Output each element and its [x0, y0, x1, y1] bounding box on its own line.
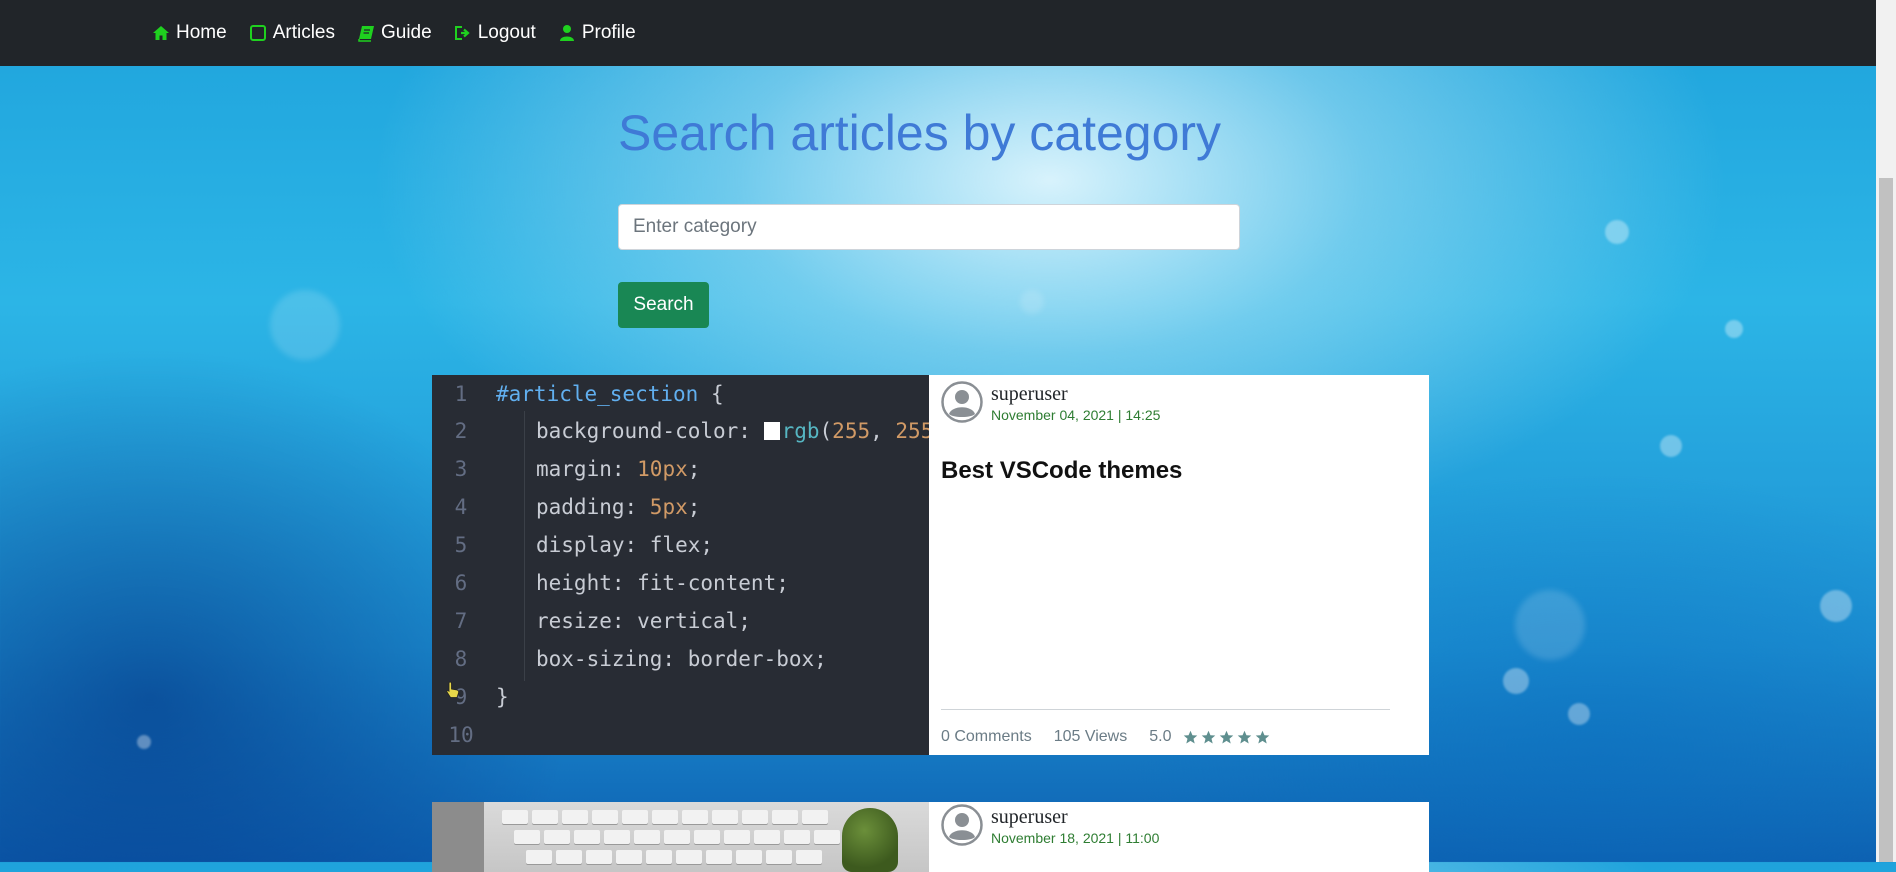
hand-cursor-icon	[446, 681, 460, 698]
nav-articles-label: Articles	[272, 22, 335, 43]
avatar-icon	[941, 381, 983, 423]
article-card[interactable]: 1 #article_section { 2 background-color:…	[432, 375, 1429, 755]
page-scrollbar[interactable]	[1876, 0, 1896, 862]
code-line: 9 }	[454, 685, 509, 709]
views-count: 105 Views	[1053, 728, 1128, 745]
logout-icon	[454, 24, 472, 42]
nav-profile-link[interactable]: Profile	[558, 22, 636, 44]
bokeh-light	[137, 735, 151, 749]
comments-count: 0 Comments	[941, 728, 1032, 745]
author-row: superuser November 18, 2021 | 11:00	[941, 804, 1159, 846]
code-line: 3 margin: 10px;	[454, 457, 701, 481]
code-line: 5 display: flex;	[454, 533, 714, 557]
star-icon	[1184, 730, 1198, 743]
post-date: November 18, 2021 | 11:00	[991, 830, 1160, 846]
code-line: 1 #article_section {	[454, 382, 724, 406]
bokeh-light	[1020, 290, 1044, 314]
author-meta: superuser November 18, 2021 | 11:00	[991, 804, 1159, 846]
nav-home-label: Home	[176, 22, 227, 43]
nav-articles-link[interactable]: Articles	[249, 22, 335, 44]
code-line: 10	[448, 723, 474, 747]
nav-profile-label: Profile	[581, 22, 636, 43]
article-thumbnail[interactable]: 1 #article_section { 2 background-color:…	[432, 375, 929, 755]
code-line: 8 box-sizing: border-box;	[454, 647, 827, 671]
color-swatch	[763, 422, 780, 440]
article-title[interactable]: Best VSCode themes	[941, 457, 1182, 485]
star-icon	[1256, 730, 1270, 743]
keyboard-keys	[502, 810, 828, 824]
star-icon	[1220, 730, 1234, 743]
nav-logout-label: Logout	[477, 22, 536, 43]
article-stats: 0 Comments 105 Views 5.0	[941, 728, 1270, 746]
code-line: 6 height: fit-content;	[454, 571, 789, 595]
star-icon	[1202, 730, 1216, 743]
nav-guide-link[interactable]: Guide	[357, 22, 432, 44]
code-line: 7 resize: vertical;	[454, 609, 751, 633]
bokeh-light	[1515, 590, 1585, 660]
article-body: superuser November 04, 2021 | 14:25 Best…	[929, 375, 1429, 755]
author-row: superuser November 04, 2021 | 14:25	[941, 381, 1160, 423]
code-line: 4 padding: 5px;	[454, 495, 701, 519]
bokeh-light	[1725, 320, 1743, 338]
page-title: Search articles by category	[618, 105, 1222, 161]
nav-menu: Home Articles Guide Logout Profile	[152, 22, 636, 44]
user-icon	[558, 24, 576, 42]
avatar-icon	[941, 804, 983, 846]
author-name[interactable]: superuser	[991, 806, 1159, 829]
bokeh-light	[1660, 435, 1682, 457]
top-navbar: Home Articles Guide Logout Profile	[0, 0, 1876, 66]
card-divider	[941, 709, 1390, 710]
category-search-input[interactable]	[618, 204, 1240, 250]
nav-home-link[interactable]: Home	[152, 22, 227, 44]
home-icon	[152, 24, 170, 42]
rating-stars	[1183, 730, 1270, 745]
post-date: November 04, 2021 | 14:25	[991, 407, 1161, 423]
bokeh-light	[1605, 220, 1629, 244]
nav-guide-label: Guide	[380, 22, 432, 43]
keyboard-keys	[514, 830, 840, 844]
code-line: 2 background-color: rgb(255, 255, 255);	[454, 419, 929, 443]
search-button[interactable]: Search	[618, 282, 709, 328]
scrollbar-thumb[interactable]	[1879, 178, 1893, 862]
articles-icon	[249, 24, 267, 42]
bokeh-light	[270, 290, 340, 360]
nav-logout-link[interactable]: Logout	[454, 22, 536, 44]
book-icon	[357, 24, 375, 42]
bokeh-light	[1568, 703, 1590, 725]
bokeh-light	[1820, 590, 1852, 622]
star-icon	[1238, 730, 1252, 743]
cactus-image-part	[842, 808, 898, 872]
bokeh-light	[1503, 668, 1529, 694]
rating-value: 5.0	[1149, 728, 1172, 745]
author-meta: superuser November 04, 2021 | 14:25	[991, 381, 1160, 423]
author-name[interactable]: superuser	[991, 383, 1160, 406]
